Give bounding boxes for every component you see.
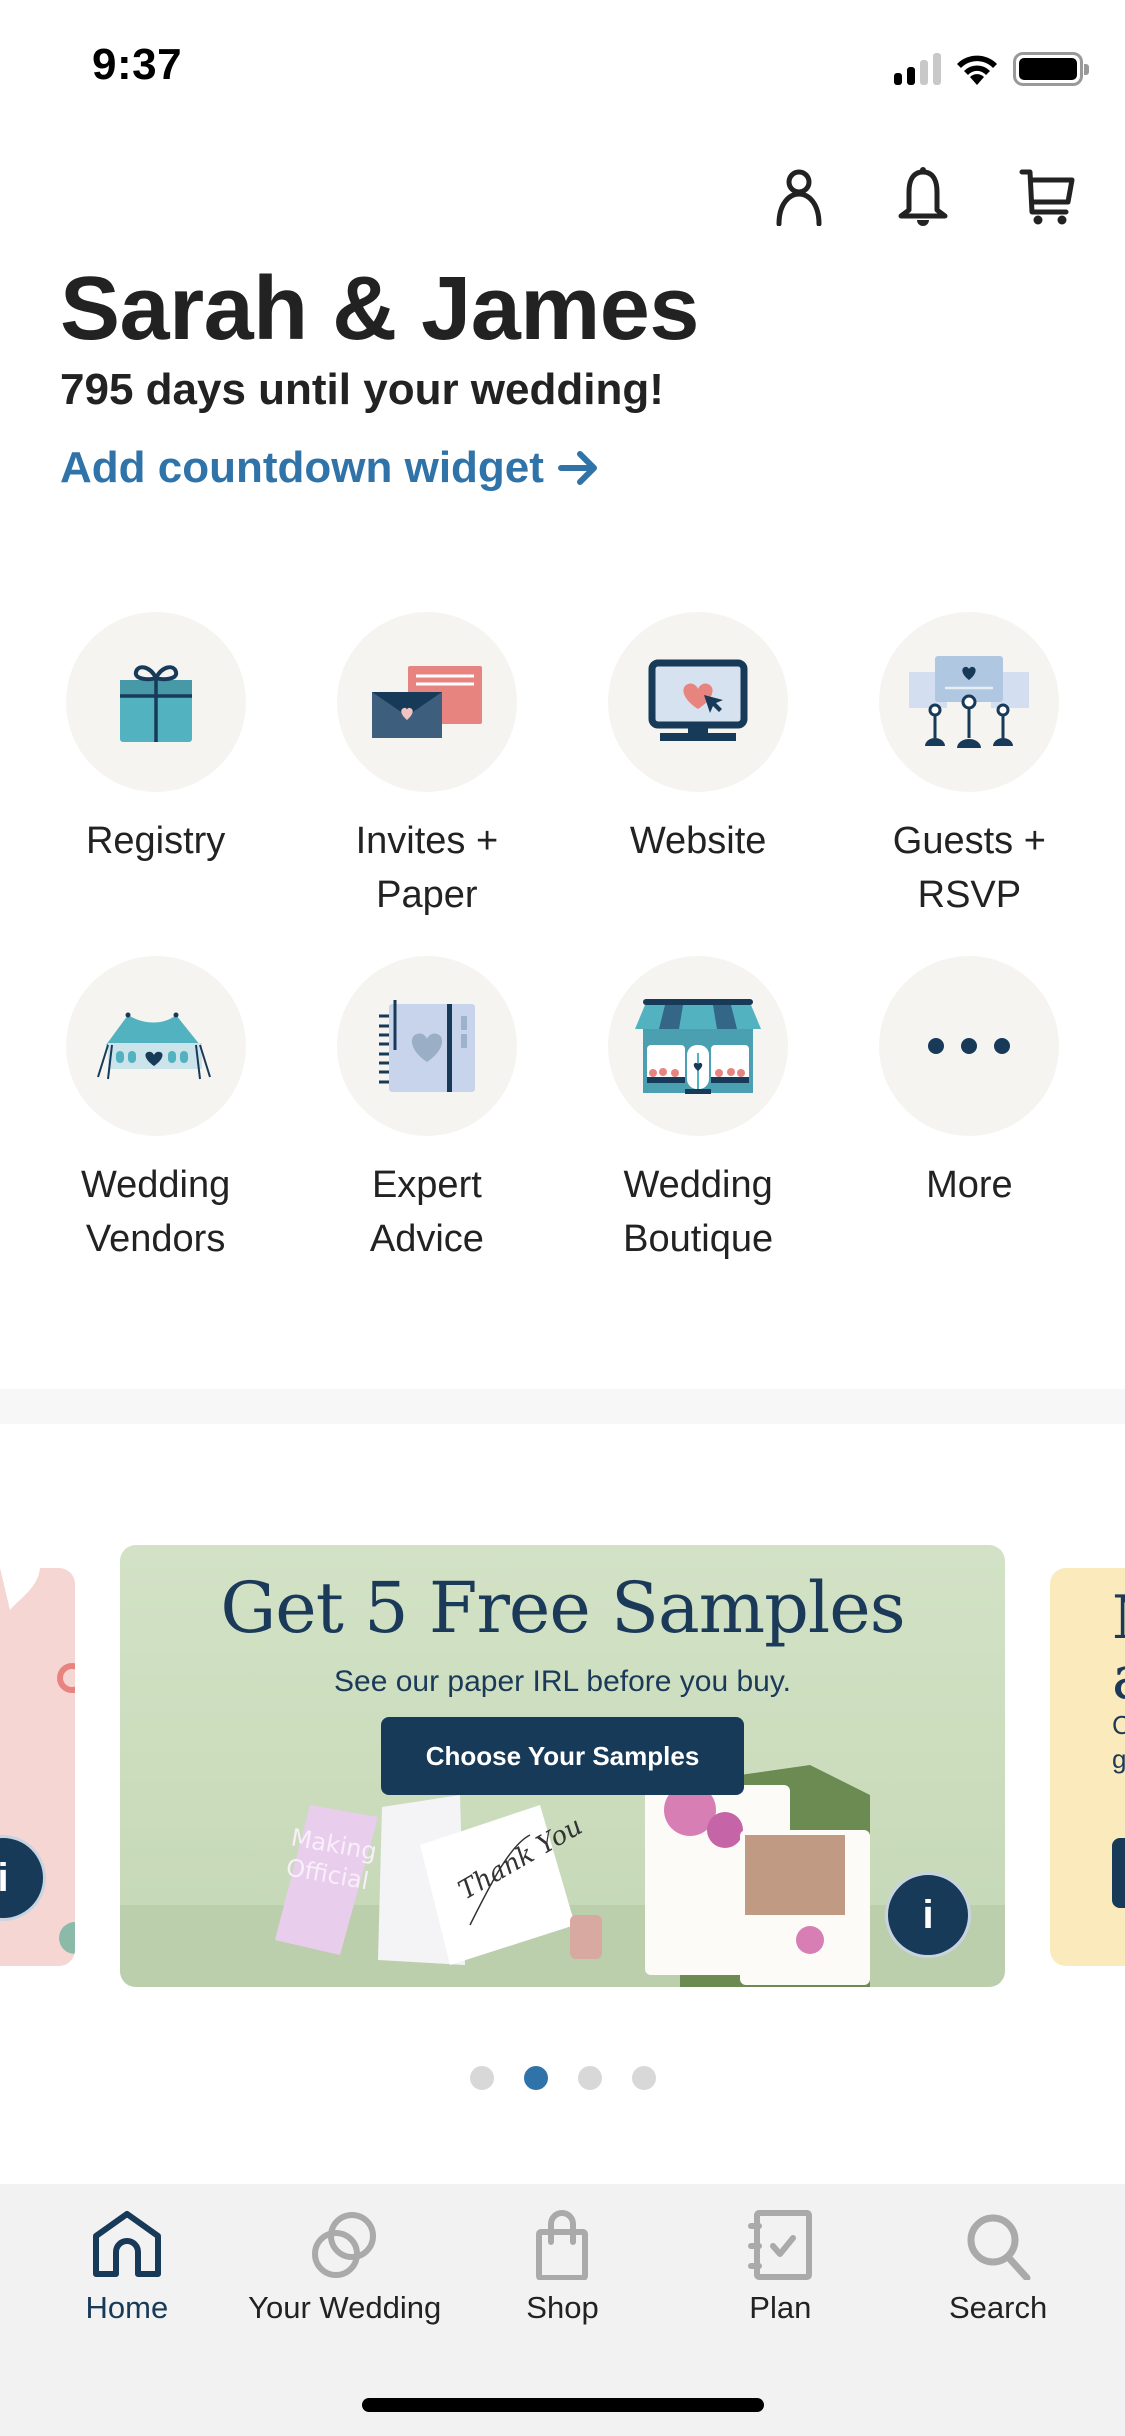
carousel-dot-4[interactable] bbox=[631, 2066, 656, 2090]
quick-link-wedding-boutique[interactable]: Wedding Boutique bbox=[563, 956, 834, 1266]
choose-samples-button[interactable]: Choose Your Samples bbox=[381, 1717, 744, 1795]
tent-icon bbox=[96, 1012, 211, 1080]
tab-label: Search bbox=[948, 2290, 1048, 2325]
cart-icon bbox=[1019, 169, 1075, 225]
quick-link-guests-rsvp[interactable]: Guests + RSVP bbox=[834, 612, 1105, 922]
storefront-icon bbox=[635, 999, 762, 1094]
section-divider bbox=[0, 1389, 1125, 1424]
quick-link-label: Invites + Paper bbox=[355, 820, 499, 916]
cellular-signal-icon bbox=[894, 53, 941, 85]
promo-title: Get 5 Free Samples bbox=[220, 1567, 905, 1649]
home-indicator[interactable] bbox=[362, 2398, 764, 2412]
status-icons bbox=[894, 52, 1089, 86]
checklist-icon bbox=[748, 2210, 813, 2280]
quick-link-label: Registry bbox=[85, 820, 226, 862]
promo-card-next[interactable]: Na Cg bbox=[1050, 1568, 1125, 1966]
promo-subtitle: See our paper IRL before you buy. bbox=[334, 1665, 791, 1698]
promo-carousel[interactable]: i Making it Official Thank You Get 5 Fre… bbox=[0, 1540, 1125, 1990]
quick-link-label: Website bbox=[629, 820, 767, 862]
next-card-button[interactable] bbox=[1112, 1838, 1125, 1908]
arrow-right-icon bbox=[557, 451, 597, 485]
promo-card-previous[interactable]: i bbox=[0, 1568, 75, 1966]
wifi-icon bbox=[957, 55, 997, 85]
gift-icon bbox=[119, 665, 192, 742]
quick-link-website[interactable]: Website bbox=[563, 612, 834, 922]
rings-icon bbox=[311, 2212, 376, 2278]
quick-link-expert-advice[interactable]: Expert Advice bbox=[291, 956, 562, 1266]
search-icon bbox=[967, 2214, 1031, 2280]
quick-links-grid: Registry Invites + Paper Website Guests … bbox=[0, 612, 1125, 1266]
tab-label: Your Wedding bbox=[248, 2290, 442, 2325]
shopping-bag-icon bbox=[536, 2210, 589, 2280]
status-bar: 9:37 bbox=[0, 0, 1125, 130]
quick-link-registry[interactable]: Registry bbox=[20, 612, 291, 922]
quick-link-label: Expert Advice bbox=[369, 1164, 484, 1260]
add-countdown-widget-label: Add countdown widget bbox=[60, 443, 544, 492]
profile-icon bbox=[776, 169, 822, 226]
promo-card-free-samples[interactable]: Making it Official Thank You Get 5 Free … bbox=[120, 1545, 1005, 1987]
add-countdown-widget-link[interactable]: Add countdown widget bbox=[60, 443, 600, 493]
notebook-icon bbox=[378, 1000, 475, 1092]
envelope-icon bbox=[371, 666, 482, 738]
tab-label: Home bbox=[85, 2290, 169, 2325]
bell-icon bbox=[898, 167, 948, 226]
monitor-heart-icon bbox=[648, 659, 748, 741]
quick-link-invites-paper[interactable]: Invites + Paper bbox=[291, 612, 562, 922]
promo-info-button[interactable]: i bbox=[885, 1872, 971, 1958]
tab-label: Plan bbox=[749, 2290, 812, 2325]
profile-button[interactable] bbox=[769, 165, 829, 229]
quick-link-label: Wedding Vendors bbox=[80, 1164, 231, 1260]
quick-link-wedding-vendors[interactable]: Wedding Vendors bbox=[20, 956, 291, 1266]
wedding-countdown: 795 days until your wedding! bbox=[60, 365, 664, 414]
quick-link-label: Wedding Boutique bbox=[623, 1164, 774, 1260]
couple-name: Sarah & James bbox=[60, 259, 699, 359]
carousel-dot-1[interactable] bbox=[469, 2066, 494, 2090]
battery-icon bbox=[1013, 52, 1089, 86]
guest-signs-icon bbox=[909, 656, 1030, 748]
quick-link-label: More bbox=[926, 1164, 1013, 1206]
quick-link-more[interactable]: More bbox=[834, 956, 1105, 1266]
carousel-pagination bbox=[0, 2066, 1125, 2090]
quick-link-label: Guests + RSVP bbox=[892, 820, 1046, 916]
cart-button[interactable] bbox=[1017, 165, 1077, 229]
next-card-preview-text: Na bbox=[1112, 1588, 1125, 1708]
notifications-button[interactable] bbox=[893, 165, 953, 229]
tab-label: Shop bbox=[526, 2290, 599, 2325]
status-time: 9:37 bbox=[92, 40, 183, 89]
carousel-dot-2-active[interactable] bbox=[523, 2066, 548, 2090]
tab-search[interactable]: Search bbox=[889, 2184, 1107, 2436]
header-actions bbox=[769, 165, 1077, 229]
tab-home[interactable]: Home bbox=[18, 2184, 236, 2436]
more-dots-icon bbox=[928, 1038, 1011, 1054]
carousel-dot-3[interactable] bbox=[577, 2066, 602, 2090]
home-icon bbox=[92, 2211, 161, 2277]
